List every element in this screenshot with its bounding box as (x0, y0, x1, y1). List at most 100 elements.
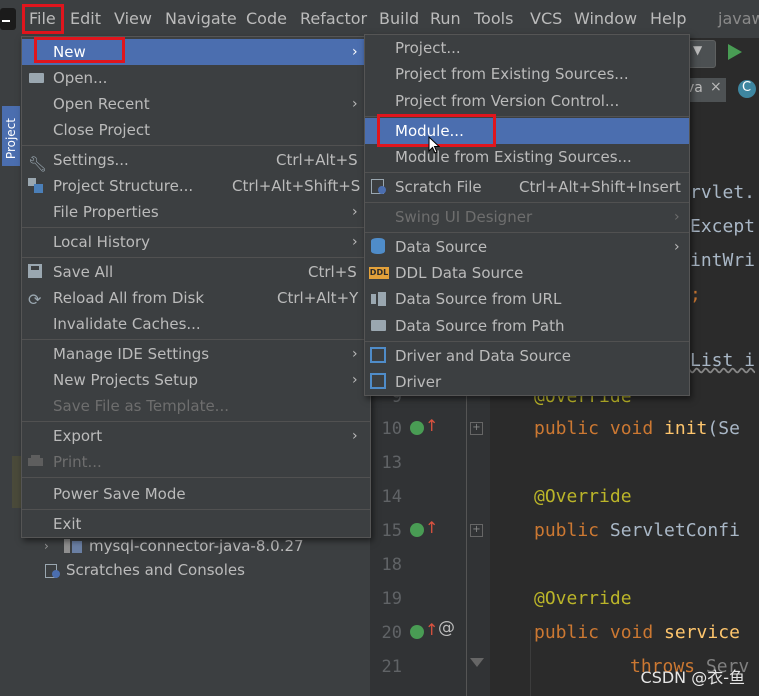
chevron-right-icon: › (352, 44, 358, 60)
override-arrow-icon[interactable]: ↑ (425, 518, 438, 537)
menu-run[interactable]: Run (430, 0, 461, 38)
menu-item-project[interactable]: Project... (365, 35, 689, 61)
at-sign-icon[interactable]: @ (438, 618, 455, 638)
project-title: javaw (718, 9, 759, 28)
menu-item-project-structure[interactable]: Project Structure... Ctrl+Alt+Shift+S (22, 173, 370, 199)
menu-separator (22, 477, 370, 478)
chevron-down-icon: ▼ (693, 43, 703, 57)
library-icon-part (72, 541, 82, 553)
chevron-right-icon: › (352, 204, 358, 220)
fold-icon[interactable]: + (470, 524, 483, 537)
file-menu: New › Open... Open Recent › Close Projec… (21, 36, 371, 538)
menu-view[interactable]: View (114, 0, 152, 38)
line-number: 18 (381, 555, 402, 575)
menu-item-reload-all[interactable]: ⟳ Reload All from Disk Ctrl+Alt+Y (22, 285, 370, 311)
code-fragment: intWri (690, 250, 756, 271)
menu-item-power-save-mode[interactable]: Power Save Mode (22, 481, 370, 507)
menu-item-close-project[interactable]: Close Project (22, 117, 370, 143)
menu-item-ddl-data-source[interactable]: DDL DDL Data Source (365, 260, 689, 286)
menu-edit[interactable]: Edit (70, 0, 101, 38)
library-icon (64, 539, 70, 553)
implementation-marker-icon[interactable] (410, 625, 424, 639)
fold-icon[interactable] (470, 658, 484, 667)
implementation-marker-icon[interactable] (410, 421, 424, 435)
implementation-marker-icon[interactable] (410, 523, 424, 537)
scratches-icon (44, 562, 60, 578)
class-icon: C (738, 80, 756, 98)
menu-navigate[interactable]: Navigate (165, 0, 237, 38)
line-number: 19 (381, 589, 402, 609)
menu-item-manage-ide-settings[interactable]: Manage IDE Settings › (22, 341, 370, 367)
gutter-divider (466, 380, 467, 696)
folder-open-icon (29, 70, 45, 86)
project-tool-label: Project (4, 118, 18, 160)
line-number: 21 (381, 657, 402, 677)
chevron-right-icon: › (674, 209, 680, 225)
new-submenu: Project... Project from Existing Sources… (364, 34, 690, 396)
editor-tab[interactable]: va × (686, 78, 726, 102)
menu-item-export[interactable]: Export › (22, 423, 370, 449)
code-line: public ServletConfi (534, 520, 740, 541)
line-number: 20 (381, 623, 402, 643)
code-fragment: ; (690, 284, 701, 305)
menu-refactor[interactable]: Refactor (300, 0, 367, 38)
menu-item-module-from-existing[interactable]: Module from Existing Sources... (365, 144, 689, 170)
menu-item-open[interactable]: Open... (22, 65, 370, 91)
menu-item-project-from-existing[interactable]: Project from Existing Sources... (365, 61, 689, 87)
menu-item-file-properties[interactable]: File Properties › (22, 199, 370, 225)
wrench-icon: 🔧︎ (28, 155, 48, 173)
menu-build[interactable]: Build (379, 0, 419, 38)
menu-item-scratch-file[interactable]: Scratch File Ctrl+Alt+Shift+Insert (365, 174, 689, 200)
intellij-logo-icon (0, 8, 16, 30)
tree-item[interactable]: Scratches and Consoles (44, 558, 364, 582)
override-arrow-icon[interactable]: ↑ (425, 620, 438, 639)
menu-separator (22, 145, 370, 146)
code-fragment: rvlet. (690, 182, 756, 203)
close-icon[interactable]: × (710, 79, 722, 95)
menu-separator (22, 339, 370, 340)
menu-separator (365, 341, 689, 342)
chevron-right-icon: › (352, 346, 358, 362)
code-line: @Override (534, 588, 632, 609)
menu-item-driver[interactable]: Driver (365, 369, 689, 395)
chevron-right-icon: › (352, 96, 358, 112)
menu-window[interactable]: Window (574, 0, 637, 38)
override-arrow-icon[interactable]: ↑ (425, 416, 438, 435)
menu-item-open-recent[interactable]: Open Recent › (22, 91, 370, 117)
code-line: public void service (534, 622, 740, 643)
menu-item-invalidate-caches[interactable]: Invalidate Caches... (22, 311, 370, 337)
fold-icon[interactable]: + (470, 422, 483, 435)
menu-item-new-projects-setup[interactable]: New Projects Setup › (22, 367, 370, 393)
menu-item-data-source-from-path[interactable]: Data Source from Path (365, 313, 689, 339)
menu-item-data-source-from-url[interactable]: Data Source from URL (365, 286, 689, 312)
menu-tools[interactable]: Tools (474, 0, 513, 38)
menu-item-project-from-vcs[interactable]: Project from Version Control... (365, 88, 689, 114)
menu-item-settings[interactable]: 🔧︎ Settings... Ctrl+Alt+S (22, 147, 370, 173)
run-icon[interactable] (728, 44, 742, 60)
menu-separator (22, 421, 370, 422)
menu-help[interactable]: Help (650, 0, 686, 38)
menu-item-save-all[interactable]: Save All Ctrl+S (22, 259, 370, 285)
chevron-right-icon: › (352, 234, 358, 250)
menu-item-data-source[interactable]: Data Source › (365, 234, 689, 260)
menu-item-swing-ui-designer: Swing UI Designer › (365, 204, 689, 230)
project-structure-icon (28, 178, 44, 194)
menu-item-local-history[interactable]: Local History › (22, 229, 370, 255)
indent-guide (530, 630, 531, 696)
menu-code[interactable]: Code (246, 0, 287, 38)
url-icon (371, 292, 387, 308)
menu-item-driver-and-data-source[interactable]: Driver and Data Source (365, 343, 689, 369)
mouse-cursor-icon (428, 136, 440, 154)
scratch-file-icon (371, 179, 387, 195)
refresh-icon: ⟳ (28, 290, 42, 309)
watermark: CSDN @衣-鱼 (640, 668, 745, 687)
menu-item-exit[interactable]: Exit (22, 511, 370, 537)
save-icon (28, 264, 44, 280)
menu-item-print: Print... (22, 449, 370, 475)
menu-vcs[interactable]: VCS (530, 0, 562, 38)
tool-window-strip: Project (0, 38, 23, 696)
menu-separator (365, 172, 689, 173)
folder-icon (371, 320, 387, 336)
line-number: 13 (381, 453, 402, 473)
menu-separator (365, 202, 689, 203)
